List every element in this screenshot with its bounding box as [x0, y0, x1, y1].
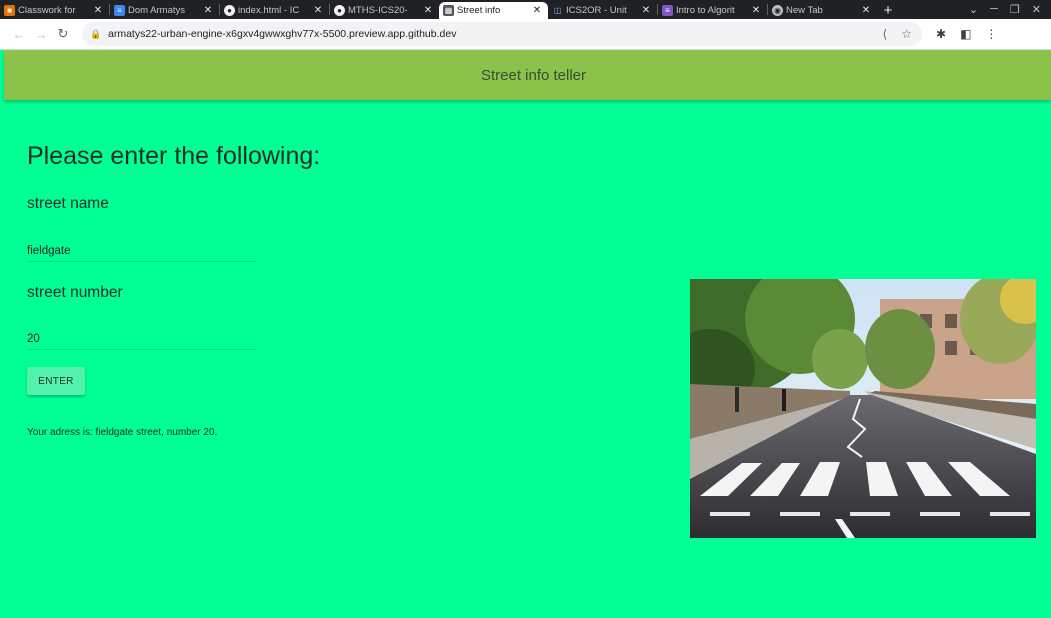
classroom-icon: ■ [4, 5, 15, 16]
tab-street-info[interactable]: ▦ Street info ✕ [439, 2, 548, 19]
tab-title: Classwork for [18, 5, 76, 16]
new-tab-button[interactable]: + [877, 2, 899, 19]
omnibox-actions: ⟨ ☆ [883, 27, 922, 41]
github-icon: ● [334, 5, 345, 16]
result-text: Your adress is: fieldgate street, number… [27, 427, 218, 438]
tab-title: MTHS-ICS20- [348, 5, 408, 16]
enter-button[interactable]: ENTER [27, 367, 85, 395]
extensions-icon[interactable]: ✱ [936, 27, 946, 41]
close-icon[interactable]: ✕ [313, 5, 323, 16]
page-heading: Please enter the following: [27, 142, 321, 170]
browser-tab-strip: ■ Classwork for ✕ ≡ Dom Armatys ✕ ● inde… [0, 0, 1051, 19]
tab-title: ICS2OR - Unit [566, 5, 627, 16]
tab-dom-armatys[interactable]: ≡ Dom Armatys ✕ [110, 2, 219, 19]
app-header: Street info teller [4, 50, 1051, 100]
tab-title: Intro to Algorit [676, 5, 735, 16]
window-controls: ⌄ ─ ❐ ✕ [969, 3, 1051, 16]
menu-icon[interactable]: ⋮ [985, 27, 997, 41]
street-photo [690, 279, 1036, 538]
close-icon[interactable]: ✕ [203, 5, 213, 16]
share-icon[interactable]: ⟨ [883, 27, 888, 41]
tab-title: Street info [457, 5, 501, 16]
tab-intro-algorithms[interactable]: ≡ Intro to Algorit ✕ [658, 2, 767, 19]
list-icon: ≡ [662, 5, 673, 16]
tab-classwork[interactable]: ■ Classwork for ✕ [0, 2, 109, 19]
chrome-icon: ◉ [772, 5, 783, 16]
tab-mths-ics20[interactable]: ● MTHS-ICS20- ✕ [330, 2, 439, 19]
close-window-icon[interactable]: ✕ [1032, 3, 1041, 16]
trash-icon: ◫ [553, 6, 562, 15]
tab-title: index.html - IC [238, 5, 300, 16]
side-panel-icon[interactable]: ◧ [960, 27, 971, 41]
tab-index-html[interactable]: ● index.html - IC ✕ [220, 2, 329, 19]
address-bar[interactable]: 🔒 armatys22-urban-engine-x6gxv4gwwxghv77… [82, 22, 922, 46]
street-number-input[interactable] [27, 328, 257, 350]
tab-search-icon[interactable]: ⌄ [969, 3, 978, 16]
toolbar-actions: ✱ ◧ ⋮ [936, 27, 997, 41]
street-number-label: street number [27, 284, 123, 301]
close-icon[interactable]: ✕ [641, 5, 651, 16]
close-icon[interactable]: ✕ [861, 5, 871, 16]
minimize-icon[interactable]: ─ [990, 3, 998, 16]
tab-title: New Tab [786, 5, 823, 16]
close-icon[interactable]: ✕ [423, 5, 433, 16]
url-text[interactable]: armatys22-urban-engine-x6gxv4gwwxghv77x-… [108, 28, 456, 40]
street-name-label: street name [27, 195, 109, 212]
back-icon[interactable]: ← [8, 27, 30, 42]
close-icon[interactable]: ✕ [93, 5, 103, 16]
restore-icon[interactable]: ❐ [1010, 3, 1020, 16]
tab-ics2or-unit[interactable]: ◫ ICS2OR - Unit ✕ [548, 2, 657, 19]
close-icon[interactable]: ✕ [532, 5, 542, 16]
forward-icon[interactable]: → [30, 27, 52, 42]
page-icon: ▦ [443, 5, 454, 16]
docs-icon: ≡ [114, 5, 125, 16]
app-title: Street info teller [480, 66, 587, 84]
street-photo-graphic [690, 279, 1036, 538]
page-body: Street info teller Please enter the foll… [0, 50, 1051, 618]
tab-new-tab[interactable]: ◉ New Tab ✕ [768, 2, 877, 19]
street-name-input[interactable] [27, 240, 257, 262]
close-icon[interactable]: ✕ [751, 5, 761, 16]
github-icon: ● [224, 5, 235, 16]
browser-toolbar: ← → ↻ 🔒 armatys22-urban-engine-x6gxv4gww… [0, 19, 1051, 50]
reload-icon[interactable]: ↻ [52, 26, 74, 42]
tab-title: Dom Armatys [128, 5, 186, 16]
bookmark-star-icon[interactable]: ☆ [901, 27, 912, 41]
lock-icon[interactable]: 🔒 [90, 29, 104, 40]
